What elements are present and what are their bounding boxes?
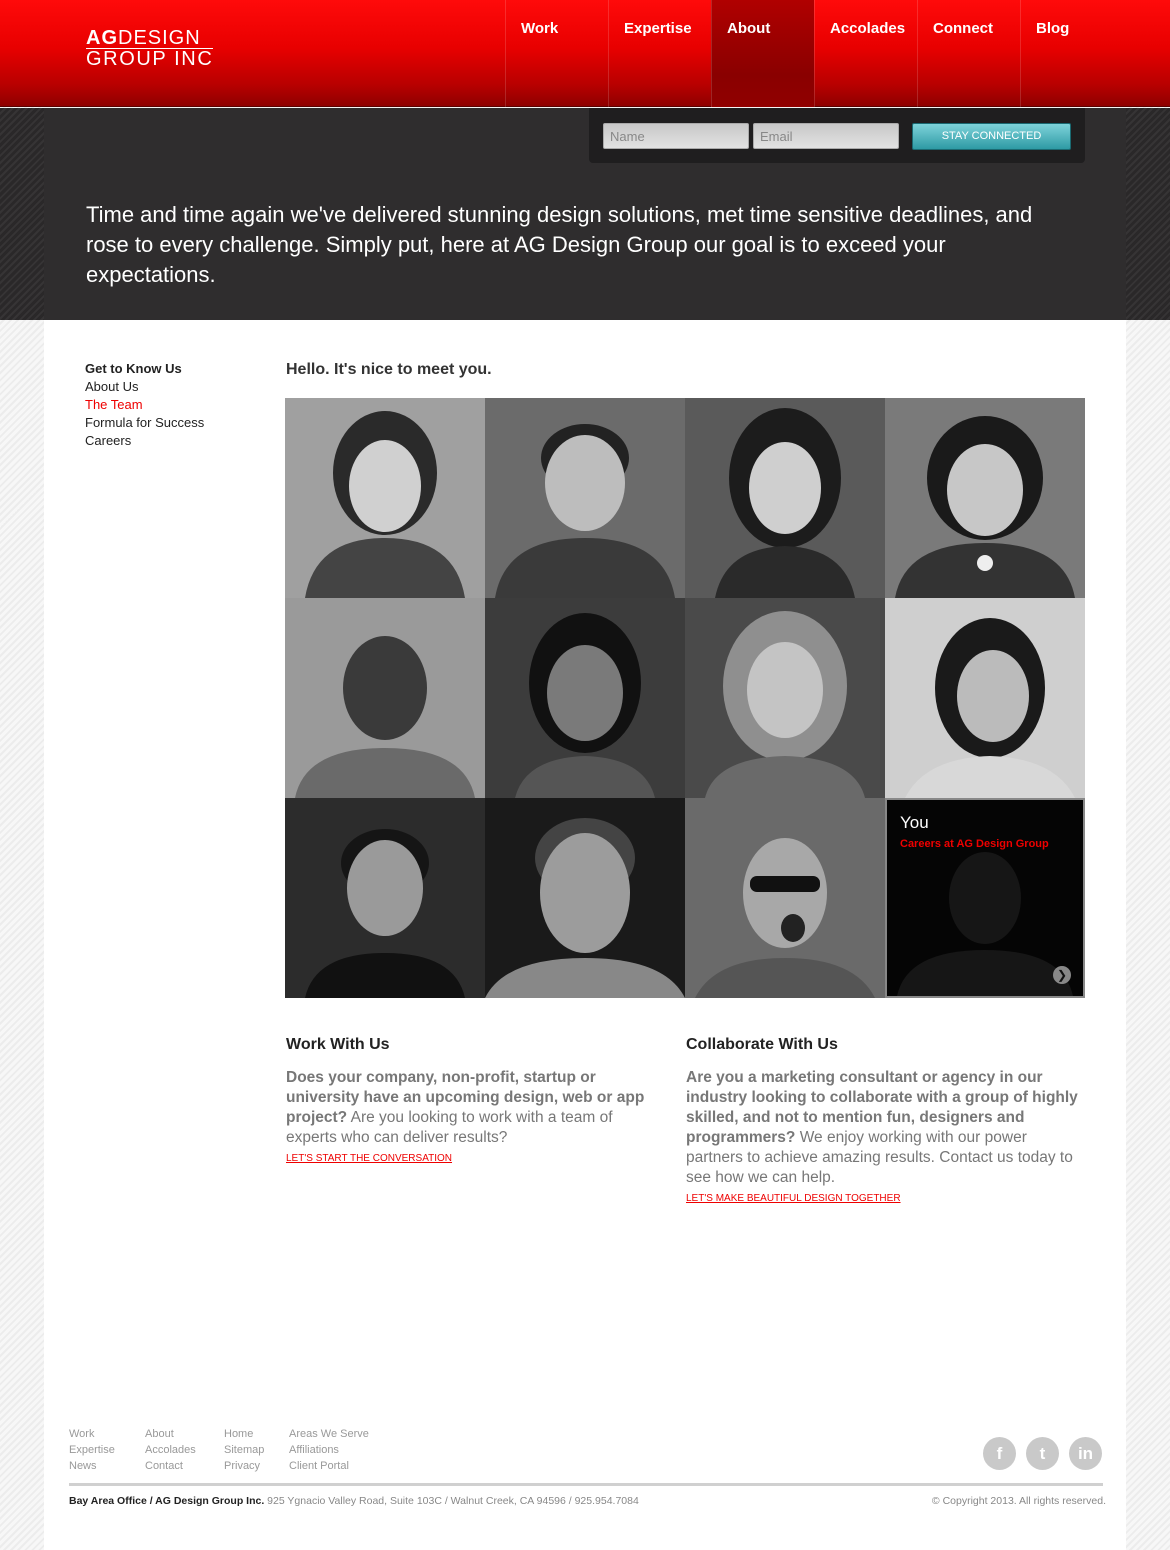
site-header: AGDESIGN GROUP INC Work Expertise About … — [0, 0, 1170, 107]
sidebar-item-careers[interactable]: Careers — [85, 432, 204, 450]
linkedin-icon[interactable]: in — [1069, 1437, 1102, 1470]
team-photo-grid: You Careers at AG Design Group ❯ — [285, 398, 1085, 998]
main-content: Get to Know Us About Us The Team Formula… — [44, 320, 1126, 1550]
hero-tagline: Time and time again we've delivered stun… — [86, 202, 1033, 287]
social-links: f t in — [983, 1437, 1102, 1470]
sidebar-nav: Get to Know Us About Us The Team Formula… — [85, 360, 204, 450]
site-logo[interactable]: AGDESIGN GROUP INC — [86, 27, 214, 70]
footer-links: Work Expertise News About Accolades Cont… — [69, 1426, 369, 1474]
team-photo[interactable] — [285, 798, 485, 998]
copyright: © Copyright 2013. All rights reserved. — [931, 1495, 1106, 1507]
footer-link-home[interactable]: Home — [224, 1426, 289, 1442]
careers-tile-link[interactable]: Careers at AG Design Group — [900, 838, 1049, 850]
footer-link-contact[interactable]: Contact — [145, 1458, 224, 1474]
logo-ag: AG — [86, 27, 118, 49]
careers-tile[interactable]: You Careers at AG Design Group ❯ — [885, 798, 1085, 998]
name-input[interactable] — [603, 123, 749, 149]
team-greeting: Hello. It's nice to meet you. — [286, 361, 492, 378]
footer-link-client-portal[interactable]: Client Portal — [289, 1458, 369, 1474]
newsletter-signup: STAY CONNECTED — [589, 108, 1085, 163]
team-photo[interactable] — [685, 598, 885, 798]
start-conversation-link[interactable]: LET'S START THE CONVERSATION — [286, 1153, 452, 1164]
sidebar-heading: Get to Know Us — [85, 361, 182, 376]
careers-tile-title: You — [900, 813, 929, 832]
facebook-icon[interactable]: f — [983, 1437, 1016, 1470]
nav-accolades[interactable]: Accolades — [814, 0, 917, 107]
footer-divider — [69, 1483, 1103, 1486]
stay-connected-button[interactable]: STAY CONNECTED — [912, 123, 1071, 150]
footer-link-sitemap[interactable]: Sitemap — [224, 1442, 289, 1458]
footer-col: Home Sitemap Privacy — [224, 1426, 289, 1474]
nav-work[interactable]: Work — [505, 0, 608, 107]
nav-connect[interactable]: Connect — [917, 0, 1020, 107]
collaborate-section: Collaborate With Us Are you a marketing … — [686, 1036, 1081, 1206]
office-details: 925 Ygnacio Valley Road, Suite 103C / Wa… — [264, 1495, 639, 1507]
team-photo[interactable] — [485, 598, 685, 798]
chevron-right-icon[interactable]: ❯ — [1053, 966, 1071, 984]
team-photo[interactable] — [485, 798, 685, 998]
footer-link-areas-we-serve[interactable]: Areas We Serve — [289, 1426, 369, 1442]
nav-blog[interactable]: Blog — [1020, 0, 1123, 107]
logo-group-inc: GROUP INC — [86, 48, 214, 70]
footer-col: Work Expertise News — [69, 1426, 145, 1474]
hero-left-edge — [0, 108, 44, 320]
office-name: Bay Area Office / AG Design Group Inc. — [69, 1495, 265, 1507]
work-with-us-section: Work With Us Does your company, non-prof… — [286, 1036, 646, 1166]
twitter-icon[interactable]: t — [1026, 1437, 1059, 1470]
team-photo[interactable] — [885, 398, 1085, 598]
hero-banner: STAY CONNECTED Time and time again we've… — [0, 108, 1170, 320]
email-input[interactable] — [753, 123, 899, 149]
team-photo[interactable] — [885, 598, 1085, 798]
logo-design: DESIGN — [118, 27, 201, 49]
nav-expertise[interactable]: Expertise — [608, 0, 711, 107]
nav-about[interactable]: About — [711, 0, 814, 107]
footer-link-work[interactable]: Work — [69, 1426, 145, 1442]
sidebar-item-formula-for-success[interactable]: Formula for Success — [85, 414, 204, 432]
make-design-together-link[interactable]: LET'S MAKE BEAUTIFUL DESIGN TOGETHER — [686, 1193, 901, 1204]
office-address: Bay Area Office / AG Design Group Inc. 9… — [69, 1495, 639, 1507]
footer-link-news[interactable]: News — [69, 1458, 145, 1474]
footer-link-about[interactable]: About — [145, 1426, 224, 1442]
footer-col: Areas We Serve Affiliations Client Porta… — [289, 1426, 369, 1474]
work-with-us-title: Work With Us — [286, 1036, 390, 1053]
work-with-us-text: Does your company, non-profit, startup o… — [286, 1068, 646, 1148]
team-photo[interactable] — [685, 398, 885, 598]
sidebar-item-the-team[interactable]: The Team — [85, 396, 204, 414]
team-photo[interactable] — [485, 398, 685, 598]
footer-link-expertise[interactable]: Expertise — [69, 1442, 145, 1458]
footer-link-accolades[interactable]: Accolades — [145, 1442, 224, 1458]
team-photo[interactable] — [285, 398, 485, 598]
team-photo[interactable] — [285, 598, 485, 798]
collaborate-title: Collaborate With Us — [686, 1036, 838, 1053]
collaborate-text: Are you a marketing consultant or agency… — [686, 1068, 1081, 1188]
team-photo[interactable] — [685, 798, 885, 998]
footer-link-privacy[interactable]: Privacy — [224, 1458, 289, 1474]
footer-col: About Accolades Contact — [145, 1426, 224, 1474]
sidebar-item-about-us[interactable]: About Us — [85, 378, 204, 396]
hero-right-edge — [1126, 108, 1170, 320]
main-nav: Work Expertise About Accolades Connect B… — [505, 0, 1123, 107]
footer-link-affiliations[interactable]: Affiliations — [289, 1442, 369, 1458]
